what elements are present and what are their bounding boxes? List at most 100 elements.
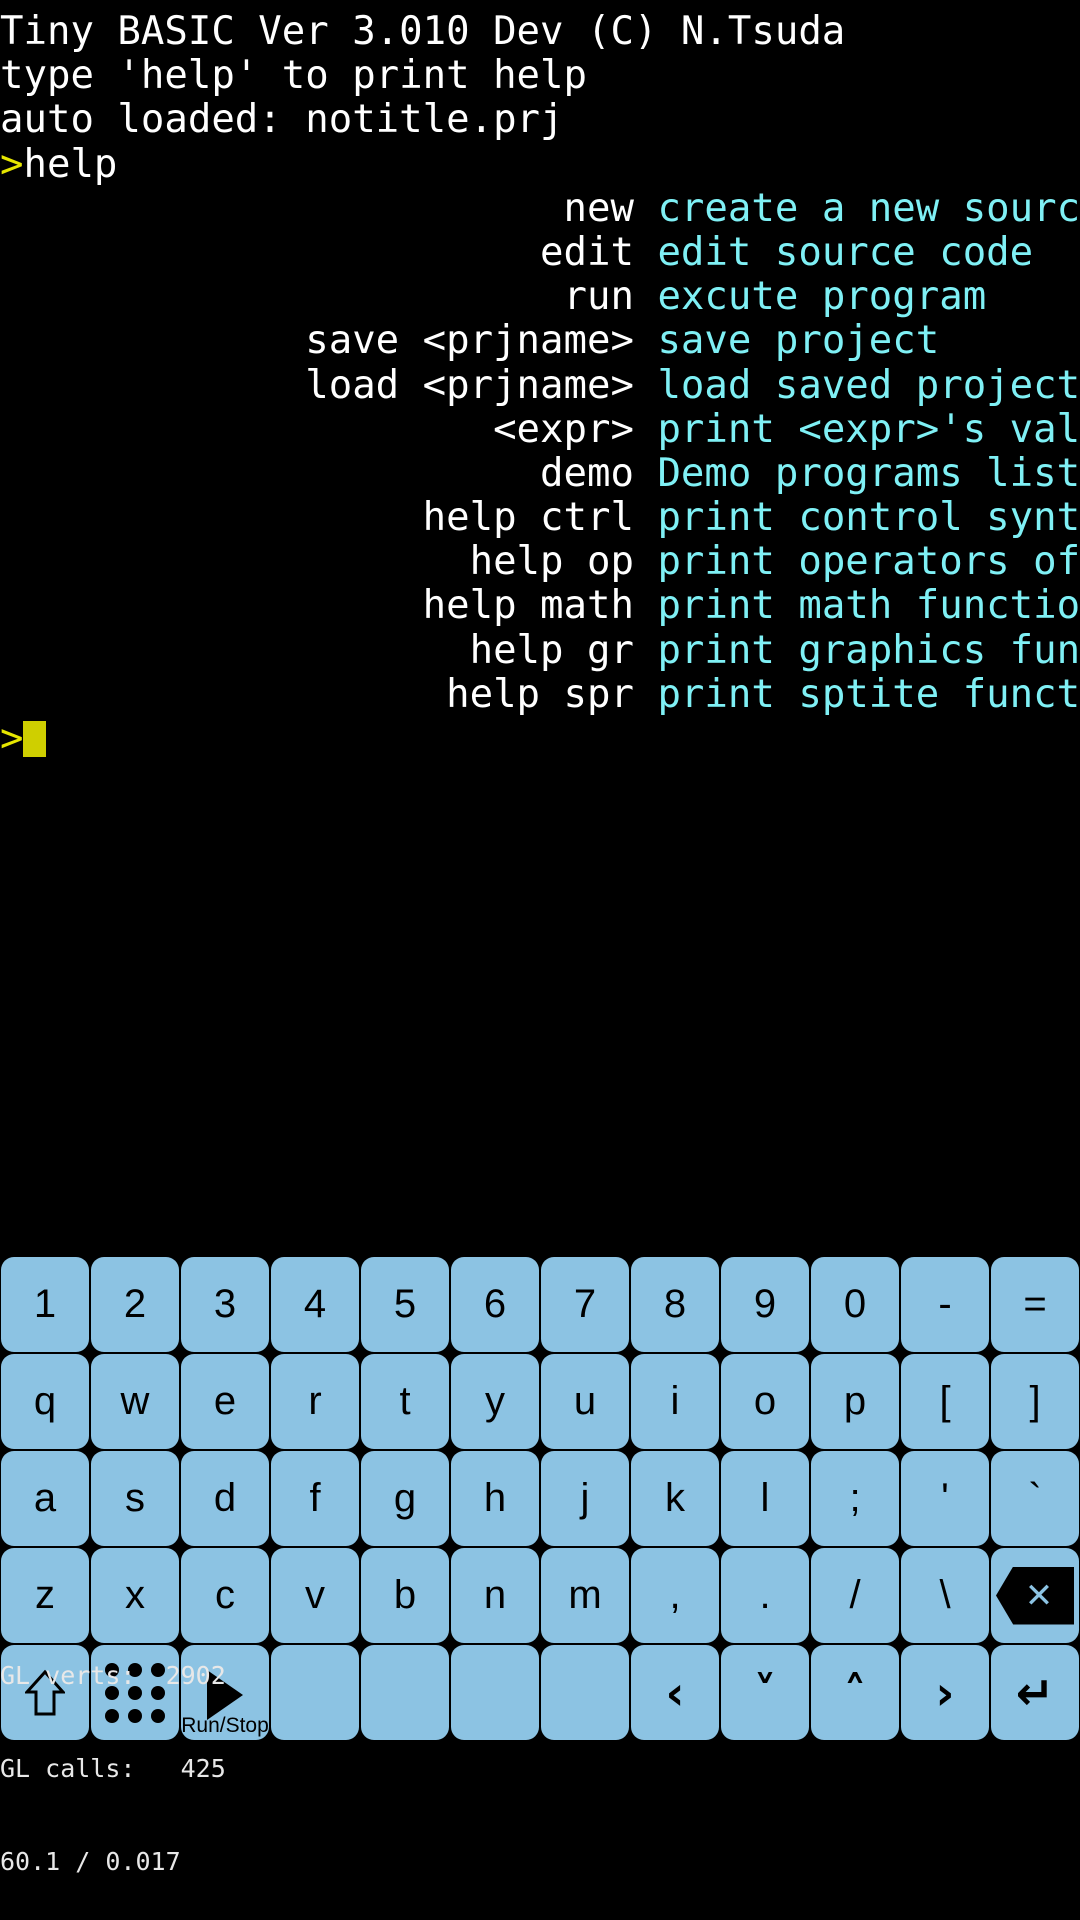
help-row-command: help gr <box>0 627 658 673</box>
help-row-description: print <expr>'s value <box>657 406 1080 452</box>
terminal-output: Tiny BASIC Ver 3.010 Dev (C) N.Tsuda type… <box>0 9 1080 761</box>
gl-debug-stats: GL verts: 2902 GL calls: 425 60.1 / 0.01… <box>0 1598 500 1908</box>
key-equals[interactable]: = <box>991 1257 1079 1352</box>
key-minus[interactable]: - <box>901 1257 989 1352</box>
key-arrow-left[interactable]: ‹ <box>631 1645 719 1740</box>
chevron-down-icon: ˅ <box>753 1665 777 1720</box>
help-row-command: help spr <box>0 671 658 717</box>
key-label: 2 <box>123 1282 147 1326</box>
key-t[interactable]: t <box>361 1354 449 1449</box>
key-k[interactable]: k <box>631 1451 719 1546</box>
terminal-console[interactable]: Tiny BASIC Ver 3.010 Dev (C) N.Tsuda type… <box>0 0 1080 1240</box>
key-p[interactable]: p <box>811 1354 899 1449</box>
terminal-banner-text: type 'help' to print help <box>0 53 587 99</box>
help-row: help math print math functions <box>0 584 1080 628</box>
help-row-command: help ctrl <box>0 495 658 541</box>
help-row-command: load <prjname> <box>0 362 658 408</box>
help-row: help spr print sptite functions <box>0 671 1080 717</box>
key-q[interactable]: q <box>1 1354 89 1449</box>
terminal-banner-line: auto loaded: notitle.prj <box>0 98 1080 142</box>
help-row: help gr print graphics functions <box>0 627 1080 673</box>
key-2[interactable]: 2 <box>91 1257 179 1352</box>
key-backslash[interactable]: \ <box>901 1548 989 1643</box>
help-row: help op print operators of exp <box>0 540 1080 584</box>
key-arrow-right[interactable]: › <box>901 1645 989 1740</box>
key-label: a <box>33 1476 57 1520</box>
key-j[interactable]: j <box>541 1451 629 1546</box>
fps-line: 60.1 / 0.017 <box>0 1847 181 1876</box>
help-row-description: Demo programs list <box>657 450 1080 496</box>
help-row-description: excute program <box>657 274 987 320</box>
key-e[interactable]: e <box>181 1354 269 1449</box>
terminal-prompt-symbol: > <box>0 141 24 187</box>
enter-return-icon: ↵ <box>1015 1665 1055 1720</box>
key-3[interactable]: 3 <box>181 1257 269 1352</box>
key-y[interactable]: y <box>451 1354 539 1449</box>
help-row: run excute program <box>0 275 1080 319</box>
help-row-command: help op <box>0 539 658 585</box>
key-slash[interactable]: / <box>811 1548 899 1643</box>
terminal-banner-text: Tiny BASIC Ver 3.010 Dev (C) N.Tsuda <box>0 9 846 54</box>
key-1[interactable]: 1 <box>1 1257 89 1352</box>
help-row-command: new <box>0 185 658 231</box>
key-g[interactable]: g <box>361 1451 449 1546</box>
key-a[interactable]: a <box>1 1451 89 1546</box>
key-backtick[interactable]: ` <box>991 1451 1079 1546</box>
key-label: [ <box>939 1379 951 1423</box>
key-r[interactable]: r <box>271 1354 359 1449</box>
keyboard-home-letter-row: a s d f g h j k l; ' ` <box>0 1450 1080 1547</box>
key-label: e <box>213 1379 237 1423</box>
key-enter[interactable]: ↵ <box>991 1645 1079 1740</box>
keyboard-top-letter-row: q w e r t y u i o p [] <box>0 1353 1080 1450</box>
key-label: k <box>665 1476 685 1520</box>
key-label: u <box>573 1379 597 1423</box>
key-d[interactable]: d <box>181 1451 269 1546</box>
key-6[interactable]: 6 <box>451 1257 539 1352</box>
terminal-banner-line: Tiny BASIC Ver 3.010 Dev (C) N.Tsuda <box>0 9 1080 54</box>
key-5[interactable]: 5 <box>361 1257 449 1352</box>
key-bracket-right[interactable]: ] <box>991 1354 1079 1449</box>
key-period[interactable]: . <box>721 1548 809 1643</box>
help-row: new create a new source code <box>0 185 1080 231</box>
key-label: 0 <box>843 1282 867 1326</box>
chevron-up-icon: ˄ <box>843 1665 867 1720</box>
key-arrow-up[interactable]: ˄ <box>811 1645 899 1740</box>
key-label: t <box>399 1379 411 1423</box>
gl-verts-line: GL verts: 2902 <box>0 1660 500 1691</box>
key-arrow-down[interactable]: ˅ <box>721 1645 809 1740</box>
key-label: i <box>670 1379 680 1423</box>
key-label: l <box>760 1476 770 1520</box>
terminal-text-cursor <box>23 721 47 757</box>
key-9[interactable]: 9 <box>721 1257 809 1352</box>
key-l[interactable]: l <box>721 1451 809 1546</box>
key-label: 7 <box>573 1282 597 1326</box>
key-m[interactable]: m <box>541 1548 629 1643</box>
key-label: = <box>1023 1282 1047 1326</box>
key-label: m <box>568 1573 602 1617</box>
key-bracket-left[interactable]: [ <box>901 1354 989 1449</box>
key-f[interactable]: f <box>271 1451 359 1546</box>
key-u[interactable]: u <box>541 1354 629 1449</box>
chevron-right-icon: › <box>935 1665 955 1720</box>
key-7[interactable]: 7 <box>541 1257 629 1352</box>
key-comma[interactable]: , <box>631 1548 719 1643</box>
key-4[interactable]: 4 <box>271 1257 359 1352</box>
help-row-description: load saved project <box>657 362 1080 408</box>
key-semicolon[interactable]: ; <box>811 1451 899 1546</box>
key-label: - <box>938 1282 952 1326</box>
key-label: ' <box>941 1476 949 1520</box>
key-w[interactable]: w <box>91 1354 179 1449</box>
help-row: <expr> print <expr>'s value <box>0 406 1080 452</box>
key-8[interactable]: 8 <box>631 1257 719 1352</box>
key-apostrophe[interactable]: ' <box>901 1451 989 1546</box>
key-i[interactable]: i <box>631 1354 719 1449</box>
key-blank-4[interactable] <box>541 1645 629 1740</box>
key-0[interactable]: 0 <box>811 1257 899 1352</box>
help-row-command: demo <box>0 450 658 496</box>
key-label: ] <box>1029 1379 1041 1423</box>
terminal-entered-command-text: help <box>23 141 118 187</box>
key-s[interactable]: s <box>91 1451 179 1546</box>
key-o[interactable]: o <box>721 1354 809 1449</box>
key-backspace[interactable]: ✕ <box>991 1548 1079 1643</box>
key-h[interactable]: h <box>451 1451 539 1546</box>
